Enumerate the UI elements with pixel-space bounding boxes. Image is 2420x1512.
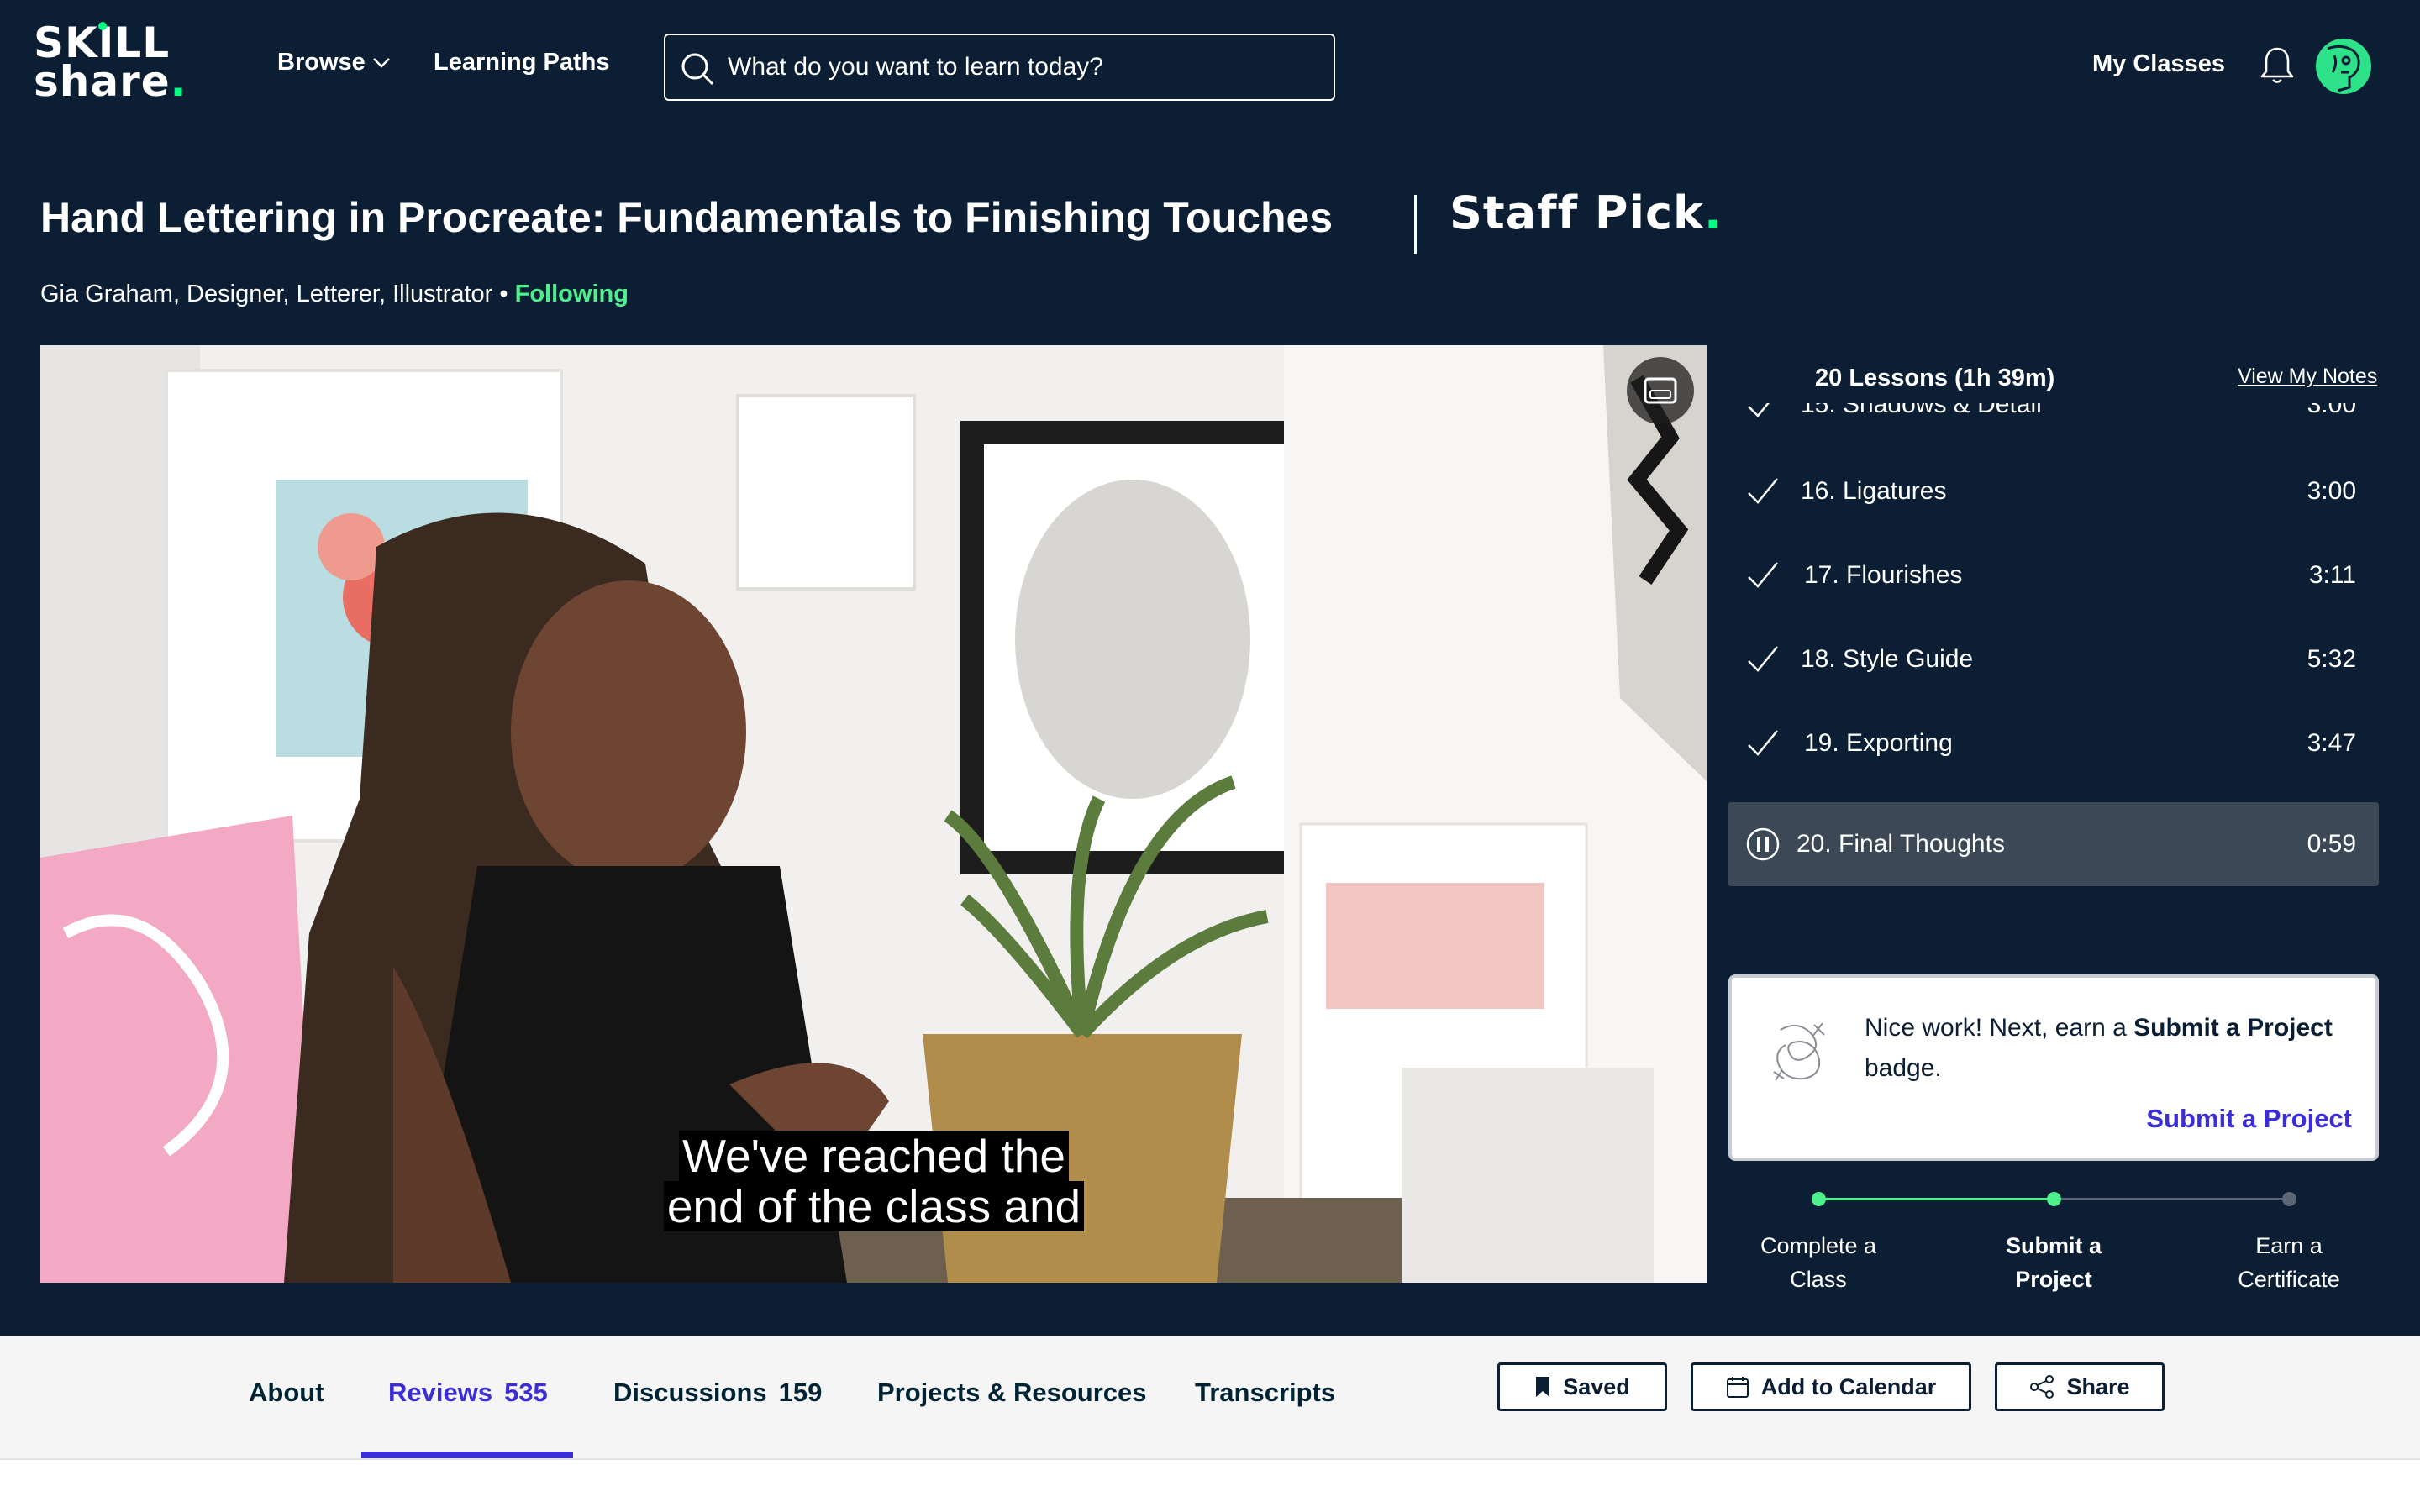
lesson-name: 19. Exporting — [1804, 729, 1953, 757]
progress-dot — [2047, 1192, 2061, 1206]
logo-dot — [98, 22, 107, 30]
browse-menu[interactable]: Browse — [277, 49, 391, 76]
lesson-duration: 3:00 — [2307, 477, 2356, 505]
share-icon — [2030, 1375, 2054, 1399]
lesson-name: 17. Flourishes — [1804, 561, 1963, 589]
search-icon — [681, 53, 714, 86]
search-box[interactable] — [664, 34, 1335, 101]
avatar[interactable] — [2316, 39, 2371, 94]
video-player[interactable]: We've reached the end of the class and — [40, 345, 1707, 1283]
step-earn-certificate: Earn a Certificate — [2238, 1233, 2340, 1292]
add-to-calendar-button[interactable]: Add to Calendar — [1691, 1362, 1971, 1411]
lesson-item-active[interactable]: 20. Final Thoughts 0:59 — [1728, 802, 2379, 886]
skillshare-logo[interactable]: SKILL share. — [34, 22, 218, 116]
chevron-down-icon — [372, 57, 390, 68]
lesson-name: 16. Ligatures — [1801, 477, 1947, 505]
avatar-face-icon — [2327, 45, 2360, 92]
class-title: Hand Lettering in Procreate: Fundamental… — [40, 194, 1334, 241]
pause-circle-icon — [1746, 827, 1780, 861]
step-complete-class: Complete a Class — [1760, 1233, 1877, 1292]
reviews-count: 535 — [504, 1378, 548, 1407]
class-tab-bar: About Reviews 535 Discussions 159 Projects… — [0, 1336, 2420, 1460]
lesson-item[interactable]: 15. Shadows & Detail 3:00 — [1728, 403, 2379, 447]
lesson-duration: 5:32 — [2307, 645, 2356, 673]
checkmark-icon — [1748, 730, 1778, 756]
title-divider — [1414, 195, 1417, 254]
caption-line-2: end of the class and — [663, 1181, 1085, 1231]
tab-discussions[interactable]: Discussions 159 — [613, 1378, 822, 1408]
lesson-item[interactable]: 19. Exporting 3:47 — [1728, 701, 2379, 785]
learning-paths-label: Learning Paths — [434, 49, 610, 76]
pip-icon — [1644, 377, 1677, 404]
lesson-name: 15. Shadows & Detail — [1801, 403, 2042, 418]
tab-about[interactable]: About — [249, 1378, 324, 1408]
following-button[interactable]: Following — [515, 281, 629, 307]
lesson-duration: 0:59 — [2307, 830, 2356, 858]
checkmark-icon — [1748, 478, 1778, 504]
logo-line2: share. — [34, 57, 187, 106]
checkmark-icon — [1748, 562, 1778, 588]
lessons-header: 20 Lessons (1h 39m) — [1815, 365, 2055, 391]
discussions-count: 159 — [778, 1378, 823, 1407]
lesson-duration: 3:11 — [2308, 561, 2356, 589]
lesson-item[interactable]: 17. Flourishes 3:11 — [1728, 533, 2379, 617]
bell-icon[interactable] — [2259, 45, 2296, 86]
calendar-icon — [1726, 1377, 1749, 1398]
lesson-duration: 3:47 — [2307, 729, 2356, 757]
saved-button[interactable]: Saved — [1497, 1362, 1667, 1411]
progress-dot — [2282, 1192, 2296, 1206]
picture-in-picture-button[interactable] — [1627, 357, 1694, 424]
tab-reviews[interactable]: Reviews 535 — [388, 1378, 548, 1408]
lesson-name: 18. Style Guide — [1801, 645, 1974, 673]
browse-label: Browse — [277, 49, 366, 76]
teacher-name[interactable]: Gia Graham, Designer, Letterer, Illustra… — [40, 281, 492, 307]
step-submit-project: Submit a Project — [2005, 1233, 2102, 1292]
badge-card: Nice work! Next, earn a Submit a Project… — [1728, 974, 2379, 1161]
lesson-duration: 3:00 — [2307, 403, 2356, 418]
lesson-name: 20. Final Thoughts — [1797, 830, 2005, 858]
search-input[interactable] — [728, 53, 1334, 81]
caption-line-1: We've reached the — [679, 1131, 1069, 1181]
checkmark-icon — [1748, 646, 1778, 672]
tab-transcripts[interactable]: Transcripts — [1195, 1378, 1335, 1408]
bullet: • — [499, 281, 508, 307]
lesson-item[interactable]: 16. Ligatures 3:00 — [1728, 449, 2379, 533]
checkmark-icon — [1748, 403, 1770, 417]
badge-scribble-icon — [1773, 1022, 1825, 1081]
video-caption: We've reached the end of the class and — [40, 1131, 1707, 1231]
active-tab-underline — [361, 1452, 573, 1458]
teacher-line: Gia Graham, Designer, Letterer, Illustra… — [40, 281, 629, 308]
my-classes-link[interactable]: My Classes — [2092, 50, 2225, 78]
submit-project-link[interactable]: Submit a Project — [2146, 1104, 2352, 1134]
progress-line-todo — [2054, 1198, 2289, 1200]
progress-dot — [1812, 1192, 1826, 1206]
progress-line-done — [1818, 1198, 2054, 1200]
tab-projects-resources[interactable]: Projects & Resources — [877, 1378, 1146, 1408]
staff-pick-badge: Staff Pick. — [1449, 186, 1723, 239]
view-my-notes-link[interactable]: View My Notes — [2238, 365, 2377, 389]
bookmark-icon — [1536, 1377, 1550, 1397]
share-button[interactable]: Share — [1995, 1362, 2165, 1411]
learning-paths-link[interactable]: Learning Paths — [434, 49, 610, 76]
lesson-item[interactable]: 18. Style Guide 5:32 — [1728, 617, 2379, 701]
badge-text: Nice work! Next, earn a Submit a Project… — [1865, 1014, 2333, 1082]
lessons-list: 15. Shadows & Detail 3:00 16. Ligatures … — [1728, 403, 2383, 907]
